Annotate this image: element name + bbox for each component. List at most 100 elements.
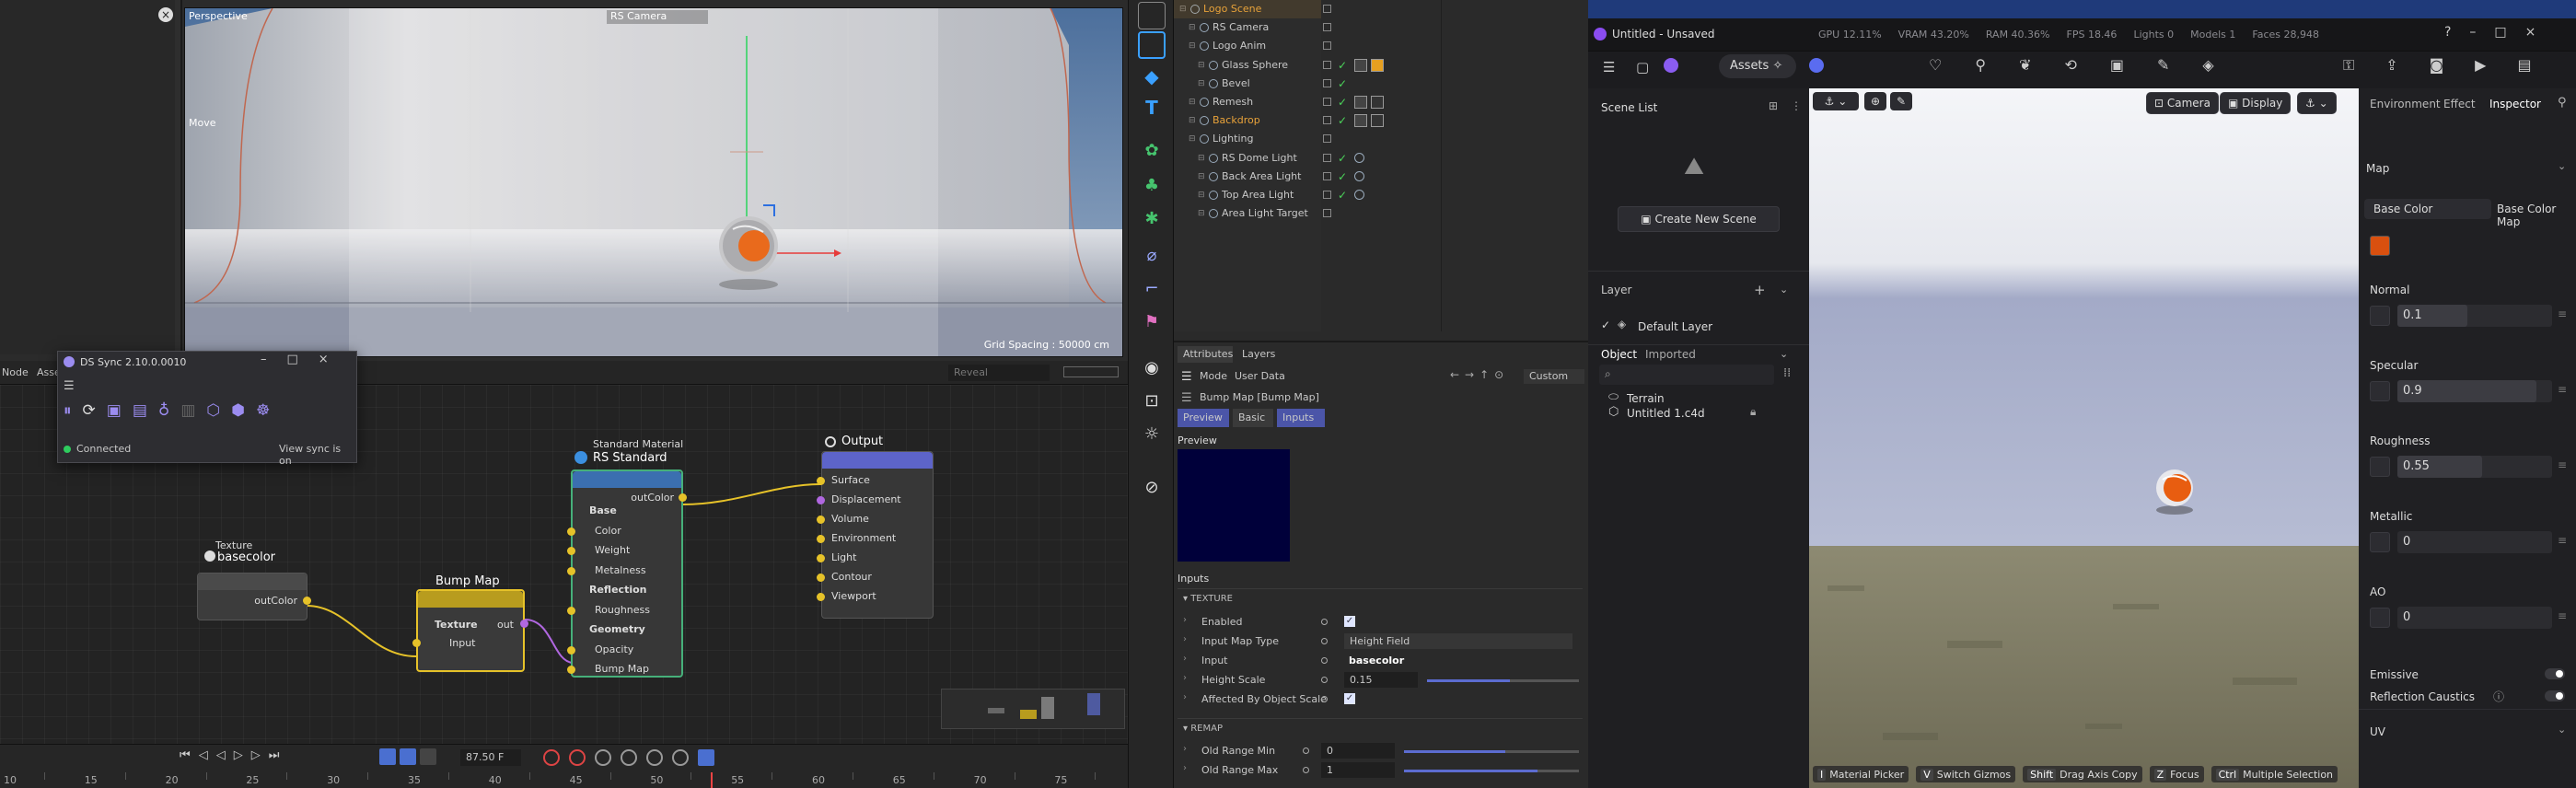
prop-value-slider[interactable]: 0 [2397, 607, 2552, 629]
height-scale-field[interactable]: 0.15 [1344, 672, 1418, 688]
prop-value-slider[interactable]: 0.1 [2397, 305, 2552, 327]
menu-user-data[interactable]: User Data [1235, 370, 1285, 382]
texture-node[interactable]: outColor [197, 573, 311, 620]
tab-attributes[interactable]: Attributes [1178, 346, 1233, 363]
cloner-icon[interactable]: ♣ [1138, 171, 1166, 199]
material-tag-icon[interactable] [1371, 114, 1384, 128]
drag-handle-icon[interactable]: ≡ [2558, 609, 2567, 622]
add-layer-icon[interactable]: + [1754, 282, 1766, 298]
map-slot-icon[interactable] [2370, 608, 2390, 628]
tab-object[interactable]: Object [1601, 348, 1637, 361]
output-row[interactable]: Light [817, 550, 931, 566]
expand-icon[interactable]: ⊟ [1198, 186, 1205, 204]
output-row[interactable]: Displacement [817, 492, 931, 508]
material-tag-icon[interactable] [1354, 114, 1367, 128]
output-input-port[interactable] [817, 593, 825, 601]
keyframe-icon[interactable] [1321, 696, 1328, 702]
expand-icon[interactable]: › [1183, 763, 1187, 773]
custom-select[interactable]: Custom [1524, 369, 1584, 384]
drag-handle-icon[interactable]: ≡ [2558, 307, 2567, 320]
object-row[interactable]: ⊟ Area Light Target [1174, 204, 1588, 223]
globe-icon[interactable]: ⊕ [1864, 92, 1886, 110]
expand-icon[interactable]: › [1183, 654, 1187, 664]
menu-icon[interactable]: ☰ [1603, 59, 1615, 75]
attribute-row[interactable]: › Height Scale 0.15 [1174, 671, 1588, 690]
ds-sync-toolbar[interactable]: ⏸ ⟳ ▣ ▤ ♁ ▥ ⬡ ⬢ ☸ [64, 401, 354, 425]
drag-handle-icon[interactable]: ≡ [2558, 383, 2567, 396]
menu-icon[interactable]: ☰ [1181, 370, 1192, 384]
output-row[interactable]: Viewport [817, 588, 931, 605]
expand-icon[interactable]: ⊟ [1198, 168, 1205, 186]
object-row[interactable]: ⊟ Bevel ✓ [1174, 75, 1588, 93]
default-layer[interactable]: Default Layer [1638, 320, 1712, 333]
object-row[interactable]: ⊟ Glass Sphere ✓ [1174, 56, 1588, 75]
expand-icon[interactable]: › [1183, 744, 1187, 754]
generator-icon[interactable]: ✿ [1138, 136, 1166, 164]
keyframe-icon[interactable] [1303, 767, 1309, 773]
remap-row[interactable]: › Old Range Max 1 [1174, 761, 1588, 780]
camera-icon[interactable]: ⊡ [1138, 387, 1166, 414]
pick-icon[interactable]: ⚲ [2558, 96, 2567, 110]
visibility-icon[interactable] [1323, 98, 1331, 106]
output-input-port[interactable] [817, 516, 825, 524]
texture-section[interactable]: ▾ TEXTURE [1183, 594, 1233, 604]
visibility-icon[interactable] [1323, 134, 1331, 144]
text-tool-icon[interactable]: T [1138, 94, 1166, 122]
c4d-viewport[interactable]: Perspective RS Camera Move Grid Spacing … [184, 7, 1123, 357]
input-link-value[interactable]: basecolor [1349, 655, 1404, 666]
render-icons[interactable]: ⚿ ⇪ ◙ ▶ ▤ [2343, 56, 2573, 78]
material-row[interactable]: Opacity [567, 642, 681, 658]
expand-icon[interactable]: ⊟ [1198, 75, 1205, 93]
attribute-row[interactable]: › Input Map Type Height Field [1174, 632, 1588, 651]
add-scene-icon[interactable]: ⊞ [1769, 99, 1778, 112]
menu-icon[interactable]: ☰ [64, 379, 75, 393]
attribute-row[interactable]: › Input basecolor [1174, 652, 1588, 670]
output-row[interactable]: Contour [817, 569, 931, 585]
material-input-port[interactable] [567, 606, 575, 615]
keyframe-icon[interactable] [1321, 638, 1328, 644]
output-input-port[interactable] [817, 574, 825, 582]
material-icon[interactable] [1664, 58, 1678, 73]
expand-icon[interactable]: › [1183, 615, 1187, 625]
object-row[interactable]: ⊟ Logo Anim [1174, 37, 1588, 55]
output-node[interactable]: Surface Displacement Volume Environment Ligh… [817, 451, 934, 619]
create-scene-button[interactable]: ▣ Create New Scene [1618, 206, 1780, 232]
map-slot-icon[interactable] [2370, 381, 2390, 401]
keyframe-icon[interactable] [1321, 657, 1328, 664]
drag-handle-icon[interactable]: ≡ [2558, 458, 2567, 471]
rs-standard-node[interactable]: outColor Base Color Weight Metalness Reflect… [567, 469, 687, 678]
emissive-toggle[interactable] [2545, 668, 2565, 679]
object-row[interactable]: ⊟ Lighting [1174, 130, 1588, 148]
tab-inspector[interactable]: Inspector [2489, 98, 2541, 110]
plasticity-viewport[interactable]: ⚓ ⌄ ⊕ ✎ ⊡ Camera ▣ Display ⚓ ⌄ I Material… [1809, 88, 2359, 788]
tag-icon[interactable]: ⌀ [1138, 241, 1166, 269]
check-icon[interactable]: ✓ [1338, 93, 1347, 111]
object-c4d[interactable]: Untitled 1.c4d [1627, 407, 1705, 420]
remap-row[interactable]: › Old Range Min 0 [1174, 742, 1588, 760]
loop-controls[interactable] [379, 748, 444, 767]
grid-view-icon[interactable]: ⁞⁞ [1783, 366, 1791, 380]
material-row[interactable]: Weight [567, 542, 681, 559]
material-input-port[interactable] [567, 645, 575, 655]
bump-input-port[interactable] [412, 639, 421, 647]
base-color-tab[interactable]: Base Color [2364, 199, 2491, 219]
spline-icon[interactable]: ⌐ [1138, 274, 1166, 302]
check-icon[interactable]: ✓ [1338, 111, 1347, 130]
expand-icon[interactable]: ⊟ [1198, 56, 1205, 75]
chevron-down-icon[interactable]: ⌄ [1780, 284, 1788, 296]
render-icon[interactable]: ◉ [1138, 353, 1166, 381]
menu-mode[interactable]: Mode [1200, 370, 1227, 382]
node-minimap[interactable] [941, 689, 1125, 729]
output-input-port[interactable] [817, 554, 825, 562]
assets-button[interactable]: Assets ✧ [1719, 54, 1796, 78]
render-mode-select[interactable]: ⚓ ⌄ [2297, 92, 2337, 114]
material-out-port[interactable] [679, 493, 687, 502]
chevron-down-icon[interactable]: ⌄ [1780, 348, 1788, 360]
layout-icons[interactable] [1063, 366, 1119, 377]
camera-select[interactable]: RS Camera [607, 10, 708, 24]
remap-section[interactable]: ▾ REMAP [1183, 724, 1223, 734]
material-tag-icon[interactable] [1371, 58, 1384, 72]
chevron-down-icon[interactable]: ⌄ [2558, 160, 2566, 172]
texture-out-port[interactable] [303, 597, 311, 605]
visibility-icon[interactable] [1323, 191, 1331, 199]
